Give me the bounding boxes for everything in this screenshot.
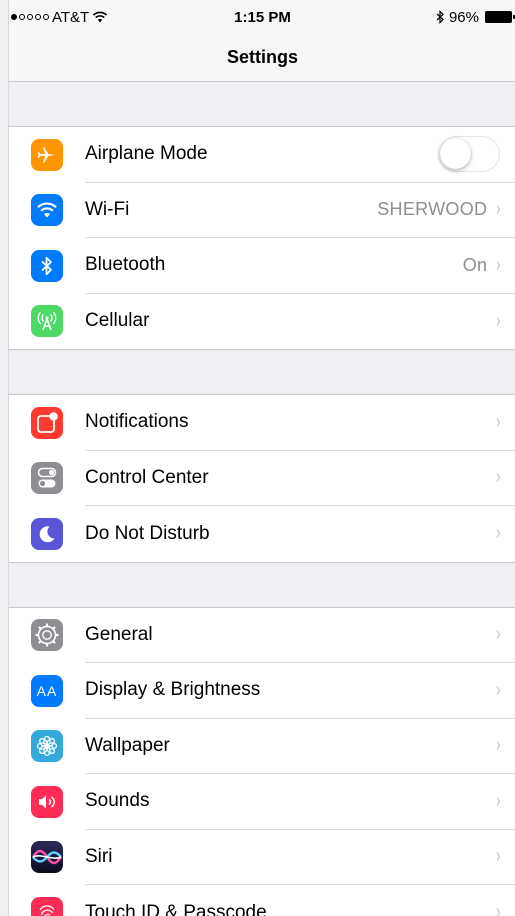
signal-dot	[27, 14, 33, 20]
settings-row-wifi[interactable]: Wi-Fi SHERWOOD ›	[9, 183, 515, 238]
chevron-right-icon: ›	[496, 623, 501, 646]
settings-screen: AT&T 1:15 PM 96% Settings Airplane Mode	[8, 0, 515, 916]
row-content: Display & Brightness ›	[85, 663, 515, 719]
moon-icon	[31, 517, 63, 550]
row-content: Airplane Mode	[85, 127, 515, 183]
row-content: Do Not Disturb ›	[85, 506, 515, 562]
row-content: Touch ID & Passcode ›	[85, 885, 515, 916]
row-label: Touch ID & Passcode	[85, 901, 267, 916]
settings-row-bluetooth[interactable]: Bluetooth On ›	[9, 238, 515, 294]
chevron-right-icon: ›	[496, 678, 501, 701]
display-icon: AA	[31, 674, 63, 707]
speaker-icon	[31, 785, 63, 818]
wifi-status-icon	[92, 11, 108, 23]
row-content: General ›	[85, 608, 515, 663]
navigation-bar: Settings	[9, 34, 515, 82]
row-content: Siri ›	[85, 830, 515, 885]
control-center-icon	[31, 462, 63, 495]
wallpaper-icon	[31, 730, 63, 763]
row-label: Wi-Fi	[85, 198, 130, 220]
settings-row-display-brightness[interactable]: AA Display & Brightness ›	[9, 663, 515, 719]
siri-icon	[31, 841, 63, 874]
row-label: Siri	[85, 845, 113, 867]
settings-group-general: General › AA Display & Brightness › Wall…	[9, 606, 515, 916]
signal-dot	[43, 14, 49, 20]
wifi-icon	[31, 194, 63, 227]
settings-row-control-center[interactable]: Control Center ›	[9, 451, 515, 506]
row-content: Cellular ›	[85, 294, 515, 350]
airplane-mode-toggle[interactable]	[438, 136, 500, 173]
status-left: AT&T	[11, 9, 108, 26]
toggle-knob	[440, 138, 471, 170]
chevron-right-icon: ›	[496, 466, 501, 489]
fingerprint-icon	[31, 896, 63, 916]
row-label: Wallpaper	[85, 734, 170, 756]
signal-dot	[11, 14, 17, 20]
row-content: Sounds ›	[85, 774, 515, 830]
display-icon-glyph: AA	[36, 682, 58, 699]
bluetooth-icon	[31, 249, 63, 282]
row-label: Cellular	[85, 310, 150, 332]
chevron-right-icon: ›	[496, 734, 501, 757]
settings-group-notifications: Notifications › Control Center › Do Not …	[9, 394, 515, 563]
row-label: Do Not Disturb	[85, 522, 210, 544]
row-label: Control Center	[85, 466, 209, 488]
settings-group-connectivity: Airplane Mode Wi-Fi SHERWOOD › Bluetooth	[9, 126, 515, 350]
row-content: Control Center ›	[85, 451, 515, 506]
settings-row-general[interactable]: General ›	[9, 608, 515, 663]
status-right: 96%	[436, 8, 515, 26]
row-label: Bluetooth	[85, 254, 166, 276]
row-value: SHERWOOD	[377, 199, 488, 220]
row-content: Wallpaper ›	[85, 719, 515, 774]
chevron-right-icon: ›	[496, 789, 501, 812]
chevron-right-icon: ›	[496, 198, 501, 221]
signal-strength-icon	[11, 14, 49, 20]
settings-row-cellular[interactable]: Cellular ›	[9, 294, 515, 350]
row-label: General	[85, 623, 153, 645]
bluetooth-status-icon	[436, 10, 445, 24]
signal-dot	[35, 14, 41, 20]
row-content: Bluetooth On ›	[85, 238, 515, 294]
chevron-right-icon: ›	[496, 410, 501, 433]
row-label: Airplane Mode	[85, 143, 208, 165]
notifications-icon	[31, 406, 63, 439]
battery-icon	[485, 11, 515, 23]
gear-icon	[31, 619, 63, 652]
carrier-name: AT&T	[52, 8, 90, 26]
status-bar: AT&T 1:15 PM 96%	[9, 0, 515, 34]
chevron-right-icon: ›	[496, 309, 501, 332]
row-value: On	[462, 254, 488, 275]
settings-row-airplane-mode[interactable]: Airplane Mode	[9, 127, 515, 183]
settings-row-siri[interactable]: Siri ›	[9, 830, 515, 885]
row-label: Notifications	[85, 411, 189, 433]
chevron-right-icon: ›	[496, 253, 501, 276]
chevron-right-icon: ›	[496, 522, 501, 545]
settings-row-sounds[interactable]: Sounds ›	[9, 774, 515, 830]
page-title: Settings	[226, 47, 298, 67]
cellular-icon	[31, 305, 63, 338]
row-label: Sounds	[85, 790, 150, 812]
row-content: Wi-Fi SHERWOOD ›	[85, 183, 515, 238]
row-label: Display & Brightness	[85, 679, 261, 701]
battery-percent: 96%	[448, 8, 479, 26]
settings-row-wallpaper[interactable]: Wallpaper ›	[9, 719, 515, 774]
signal-dot	[19, 14, 25, 20]
settings-row-touch-id-passcode[interactable]: Touch ID & Passcode ›	[9, 885, 515, 916]
settings-row-do-not-disturb[interactable]: Do Not Disturb ›	[9, 506, 515, 562]
airplane-icon	[31, 138, 63, 171]
status-time: 1:15 PM	[234, 8, 291, 26]
row-content: Notifications ›	[85, 395, 515, 451]
settings-row-notifications[interactable]: Notifications ›	[9, 395, 515, 451]
chevron-right-icon: ›	[496, 901, 501, 916]
chevron-right-icon: ›	[496, 845, 501, 868]
